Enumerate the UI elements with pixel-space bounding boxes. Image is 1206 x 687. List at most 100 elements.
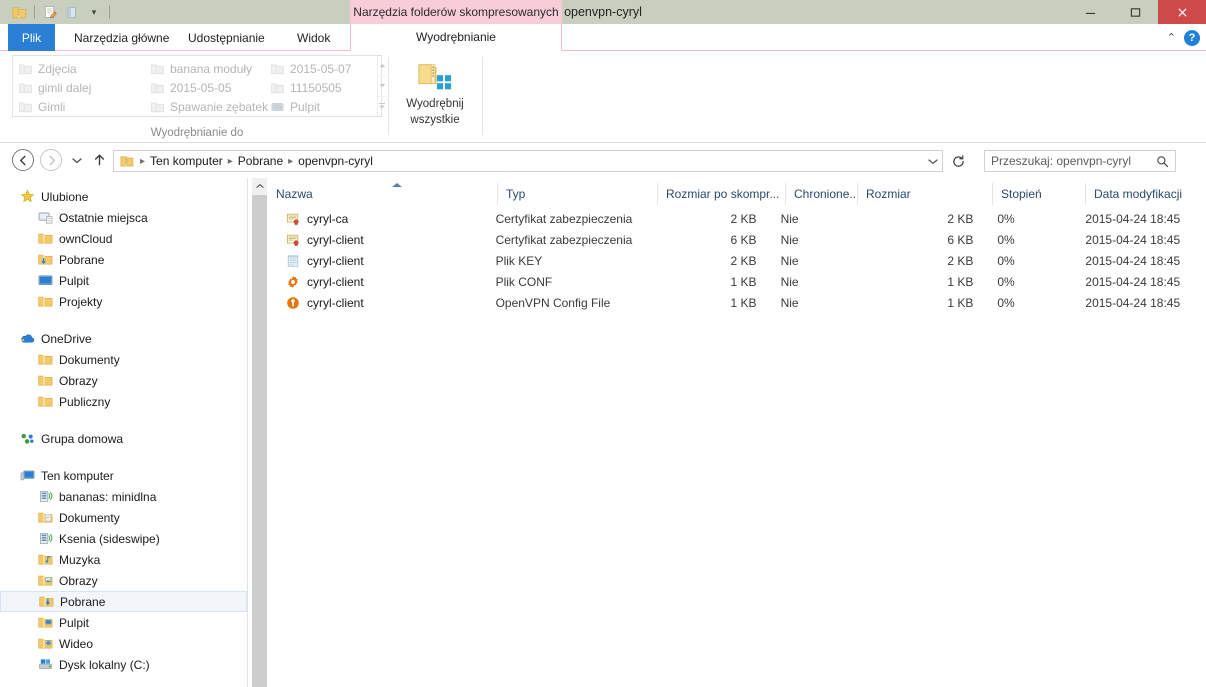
- table-row[interactable]: cyryl-ca Certyfikat zabezpieczenia 2 KB …: [268, 208, 1206, 229]
- sidebar-item-projects[interactable]: Projekty: [0, 291, 247, 312]
- file-list[interactable]: Nazwa Typ Rozmiar po skompr... Chronione…: [268, 178, 1206, 687]
- desktop-icon: [271, 101, 284, 113]
- gallery-more-icon[interactable]: [378, 97, 386, 116]
- qat-separator: [34, 5, 35, 19]
- path-history-dropdown-icon[interactable]: [928, 151, 938, 171]
- column-header-size[interactable]: Rozmiar: [858, 183, 993, 205]
- sidebar-item-owncloud[interactable]: ownCloud: [0, 228, 247, 249]
- table-row[interactable]: cyryl-client Plik CONF 1 KB Nie 1 KB 0% …: [268, 271, 1206, 292]
- breadcrumb-separator[interactable]: ▸: [138, 156, 147, 167]
- recent-locations-dropdown[interactable]: [66, 149, 88, 171]
- back-button[interactable]: [12, 149, 34, 171]
- nav-label: Ostatnie miejsca: [59, 210, 148, 225]
- gallery-item[interactable]: 11150505: [269, 78, 377, 97]
- breadcrumb-item-downloads[interactable]: Pobrane: [235, 154, 286, 168]
- breadcrumb-separator[interactable]: ▸: [226, 156, 235, 167]
- sidebar-item-onedrive-public[interactable]: Publiczny: [0, 391, 247, 412]
- table-row[interactable]: cyryl-client Certyfikat zabezpieczenia 6…: [268, 229, 1206, 250]
- minimize-button[interactable]: [1068, 0, 1113, 24]
- gallery-item[interactable]: Gimli: [17, 97, 149, 116]
- refresh-button[interactable]: [947, 150, 969, 172]
- maximize-button[interactable]: [1113, 0, 1158, 24]
- file-name-cell[interactable]: cyryl-client: [268, 275, 496, 289]
- column-header-modified[interactable]: Data modyfikacji: [1086, 183, 1206, 205]
- gallery-item[interactable]: banana moduły: [149, 59, 269, 78]
- sidebar-item-videos[interactable]: Wideo: [0, 633, 247, 654]
- help-icon[interactable]: ?: [1184, 29, 1200, 46]
- column-header-ratio[interactable]: Stopień: [993, 183, 1086, 205]
- nav-group-onedrive[interactable]: OneDrive: [0, 328, 247, 349]
- sidebar-item-pictures[interactable]: Obrazy: [0, 570, 247, 591]
- file-name-cell[interactable]: cyryl-client: [268, 296, 496, 310]
- gallery-scroll-down-icon[interactable]: [378, 76, 386, 97]
- gallery-item[interactable]: gimli dalej: [17, 78, 149, 97]
- tab-extract[interactable]: Wyodrębnianie: [350, 24, 562, 51]
- column-header-label: Chronione...: [794, 187, 858, 201]
- file-modified-cell: 2015-04-24 18:45: [1085, 295, 1181, 310]
- file-name-cell[interactable]: cyryl-client: [268, 233, 496, 247]
- column-header-protected[interactable]: Chronione...: [786, 183, 858, 205]
- extract-all-button[interactable]: Wyodrębnij wszystkie: [392, 55, 478, 135]
- close-button[interactable]: [1158, 0, 1206, 24]
- file-name-label: cyryl-client: [307, 232, 364, 247]
- nav-group-homegroup[interactable]: Grupa domowa: [0, 428, 247, 449]
- forward-button[interactable]: [40, 149, 62, 171]
- nav-group-this-pc[interactable]: Ten komputer: [0, 465, 247, 486]
- breadcrumb-item-this-pc[interactable]: Ten komputer: [147, 154, 226, 168]
- sidebar-item-downloads-fav[interactable]: Pobrane: [0, 249, 247, 270]
- search-icon[interactable]: [1156, 155, 1169, 168]
- sidebar-item-ksenia-sideswipe[interactable]: Ksenia (sideswipe): [0, 528, 247, 549]
- breadcrumb[interactable]: ▸ Ten komputer ▸ Pobrane ▸ openvpn-cyryl: [113, 150, 943, 172]
- file-name-cell[interactable]: cyryl-client: [268, 254, 496, 268]
- nav-pane-scrollbar[interactable]: [252, 178, 267, 687]
- breadcrumb-item-current[interactable]: openvpn-cyryl: [295, 154, 376, 168]
- zip-folder-icon[interactable]: [8, 1, 30, 23]
- breadcrumb-separator[interactable]: ▸: [286, 156, 295, 167]
- navigation-pane[interactable]: Ulubione Ostatnie miejsca ownCloud Pobra…: [0, 178, 248, 687]
- sidebar-item-desktop[interactable]: Pulpit: [0, 612, 247, 633]
- sidebar-item-onedrive-documents[interactable]: Dokumenty: [0, 349, 247, 370]
- nav-scroll-thumb[interactable]: [252, 195, 267, 687]
- new-folder-icon[interactable]: [61, 1, 83, 23]
- nav-label: ownCloud: [59, 231, 113, 246]
- extract-to-gallery[interactable]: Zdjęcia gimli dalej Gimli banana moduły …: [12, 55, 386, 117]
- tab-share[interactable]: Udostępnianie: [176, 24, 277, 51]
- gallery-item[interactable]: 2015-05-05: [149, 78, 269, 97]
- column-header-name[interactable]: Nazwa: [268, 183, 498, 205]
- file-type-cell: Certyfikat zabezpieczenia: [495, 232, 633, 247]
- sidebar-item-documents[interactable]: Dokumenty: [0, 507, 247, 528]
- tab-home[interactable]: Narzędzia główne: [62, 24, 181, 51]
- tab-file[interactable]: Plik: [8, 24, 55, 51]
- table-row[interactable]: cyryl-client OpenVPN Config File 1 KB Ni…: [268, 292, 1206, 313]
- search-input[interactable]: Przeszukaj: openvpn-cyryl: [991, 154, 1156, 168]
- gallery-item[interactable]: Spawanie zębatek: [149, 97, 269, 116]
- file-name-cell[interactable]: cyryl-ca: [268, 212, 496, 226]
- collapse-ribbon-icon[interactable]: ⌃: [1167, 31, 1176, 44]
- gallery-item[interactable]: Zdjęcia: [17, 59, 149, 78]
- properties-icon[interactable]: [39, 1, 61, 23]
- up-button[interactable]: [88, 149, 110, 171]
- nav-gap: [0, 312, 247, 328]
- column-header-type[interactable]: Typ: [498, 183, 658, 205]
- gallery-scroll-up-icon[interactable]: [378, 56, 386, 77]
- sidebar-item-onedrive-pictures[interactable]: Obrazy: [0, 370, 247, 391]
- file-ratio-cell: 0%: [997, 295, 1015, 310]
- sidebar-item-bananas-minidlna[interactable]: bananas: minidlna: [0, 486, 247, 507]
- search-box[interactable]: Przeszukaj: openvpn-cyryl: [984, 150, 1176, 172]
- gallery-item[interactable]: 2015-05-07: [269, 59, 377, 78]
- sidebar-item-music[interactable]: Muzyka: [0, 549, 247, 570]
- sidebar-item-downloads[interactable]: Pobrane: [0, 591, 247, 612]
- sidebar-item-desktop-fav[interactable]: Pulpit: [0, 270, 247, 291]
- file-protected-cell: Nie: [780, 274, 799, 289]
- file-ratio-cell: 0%: [997, 253, 1015, 268]
- table-row[interactable]: cyryl-client Plik KEY 2 KB Nie 2 KB 0% 2…: [268, 250, 1206, 271]
- sidebar-item-recent-places[interactable]: Ostatnie miejsca: [0, 207, 247, 228]
- nav-scroll-up-icon[interactable]: [252, 178, 267, 194]
- sidebar-item-local-disk-c[interactable]: Dysk lokalny (C:): [0, 654, 247, 675]
- nav-group-favorites[interactable]: Ulubione: [0, 186, 247, 207]
- customize-qat-chevron-icon[interactable]: ▾: [83, 1, 105, 23]
- tab-view[interactable]: Widok: [285, 24, 342, 51]
- gallery-scrollbar[interactable]: [377, 56, 386, 116]
- gallery-item[interactable]: Pulpit: [269, 97, 377, 116]
- column-header-packed-size[interactable]: Rozmiar po skompr...: [658, 183, 786, 205]
